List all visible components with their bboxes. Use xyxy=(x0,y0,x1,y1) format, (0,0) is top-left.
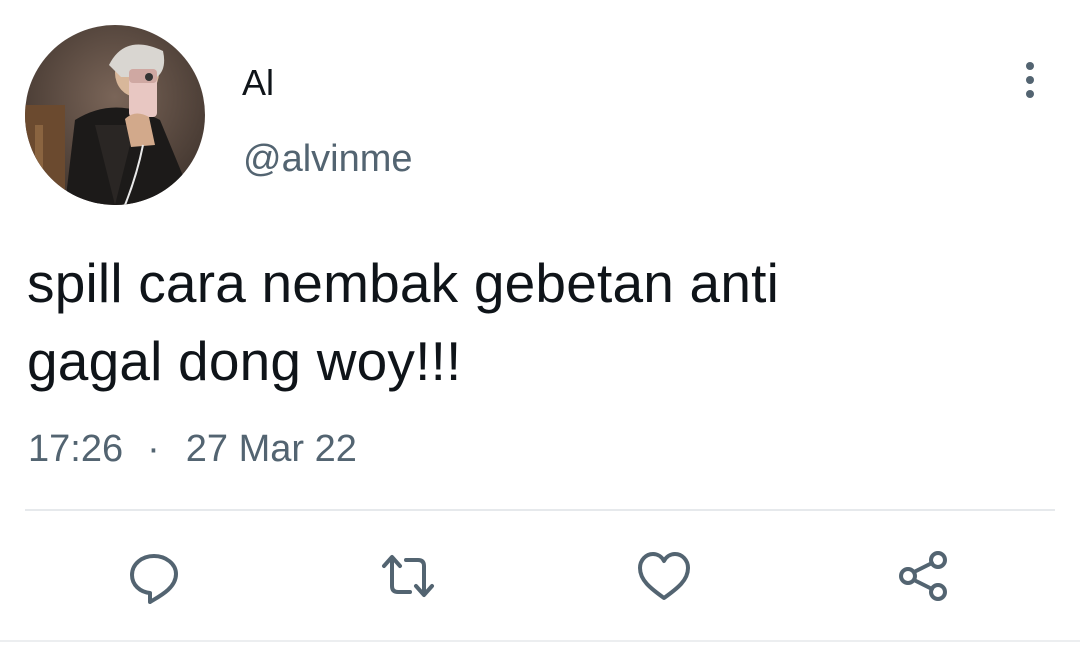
heart-icon xyxy=(638,552,690,600)
meta-separator: · xyxy=(147,428,160,470)
avatar[interactable] xyxy=(25,25,205,205)
share-icon xyxy=(899,551,947,601)
bottom-divider xyxy=(0,640,1080,642)
display-name[interactable]: Al xyxy=(242,62,274,104)
retweet-icon xyxy=(382,555,434,597)
user-handle[interactable]: @alvinme xyxy=(243,137,413,181)
divider xyxy=(25,509,1055,511)
more-vertical-icon xyxy=(1026,62,1034,98)
more-options-button[interactable] xyxy=(1010,58,1050,102)
tweet-time[interactable]: 17:26 xyxy=(28,428,123,470)
share-button[interactable] xyxy=(890,544,954,608)
action-bar xyxy=(0,540,1080,610)
reply-button[interactable] xyxy=(122,544,186,608)
tweet-meta: 17:26 · 27 Mar 22 xyxy=(28,426,357,472)
like-button[interactable] xyxy=(632,544,696,608)
retweet-button[interactable] xyxy=(376,544,440,608)
reply-icon xyxy=(130,554,178,604)
tweet-date[interactable]: 27 Mar 22 xyxy=(186,428,357,470)
tweet-card: Al @alvinme spill cara nembak gebetan an… xyxy=(0,0,1080,657)
tweet-text: spill cara nembak gebetan anti gagal don… xyxy=(27,252,780,392)
avatar-photo-icon xyxy=(25,25,205,205)
